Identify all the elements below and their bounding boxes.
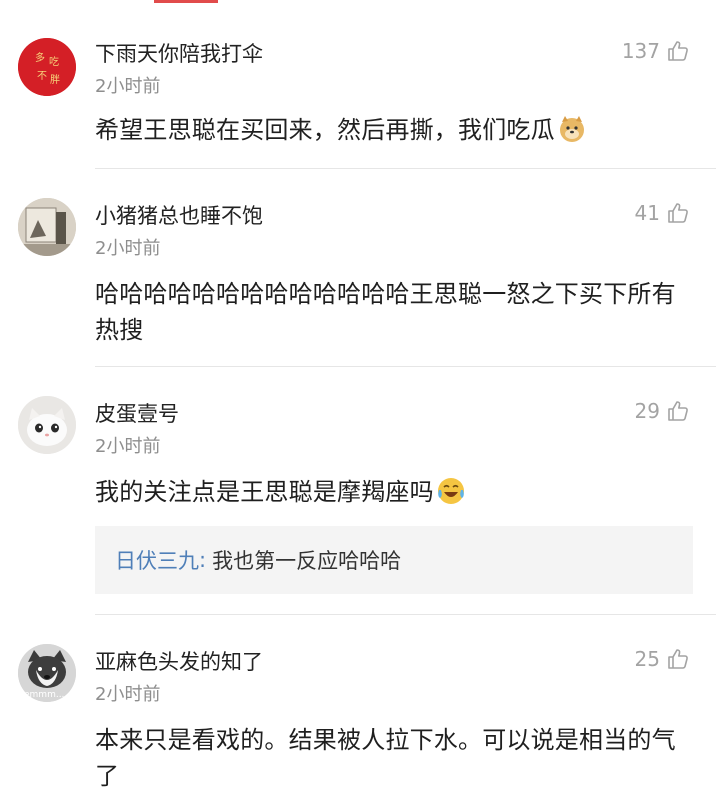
like-button[interactable]: 29 — [635, 399, 690, 423]
timestamp: 2小时前 — [95, 238, 161, 259]
avatar[interactable]: emmm... — [18, 644, 76, 702]
comment-item: 小猪猪总也睡不饱 2小时前 41 哈哈哈哈哈哈哈哈哈哈哈哈哈王思聪一怒之下买下所… — [0, 168, 716, 368]
comment-text: 本来只是看戏的。结果被人拉下水。可以说是相当的气了 — [95, 726, 676, 790]
like-count: 25 — [634, 647, 660, 671]
avatar-caption: emmm... — [24, 690, 64, 700]
comment-item: 皮蛋壹号 2小时前 29 我的关注点是王思聪是摩羯座吗 日伏三九: 我也第一反应哈… — [0, 366, 716, 616]
thumbs-up-icon — [668, 401, 688, 421]
like-button[interactable]: 41 — [635, 201, 690, 225]
username[interactable]: 皮蛋壹号 — [95, 398, 179, 428]
reply-username[interactable]: 日伏三九 — [115, 545, 199, 575]
username[interactable]: 下雨天你陪我打伞 — [95, 38, 263, 68]
svg-text:不: 不 — [37, 71, 47, 82]
avatar[interactable] — [18, 396, 76, 454]
comment-list: 多 吃 不 胖 下雨天你陪我打伞 2小时前 137 希望王思聪在买回来，然后再撕… — [0, 0, 716, 804]
timestamp: 2小时前 — [95, 684, 161, 705]
timestamp: 2小时前 — [95, 436, 161, 457]
laugh-cry-emoji-icon — [437, 478, 464, 504]
comment-item: emmm... 亚麻色头发的知了 2小时前 25 本来只是看戏的。结果被人拉下水… — [0, 614, 716, 804]
avatar-dog-icon: emmm... — [18, 644, 76, 702]
like-count: 137 — [621, 39, 660, 63]
svg-text:胖: 胖 — [50, 74, 60, 86]
avatar-photo-icon — [18, 198, 76, 256]
comment-text: 我的关注点是王思聪是摩羯座吗 — [95, 474, 685, 510]
avatar[interactable]: 多 吃 不 胖 — [18, 38, 76, 96]
comment-text: 哈哈哈哈哈哈哈哈哈哈哈哈哈王思聪一怒之下买下所有热搜 — [95, 280, 676, 344]
avatar[interactable] — [18, 198, 76, 256]
avatar-seal-icon: 多 吃 不 胖 — [18, 38, 76, 96]
reply-separator: : — [199, 548, 207, 572]
reply-text: 我也第一反应哈哈哈 — [212, 549, 402, 573]
like-count: 41 — [634, 201, 660, 225]
thumbs-up-icon — [668, 41, 688, 61]
svg-text:吃: 吃 — [49, 55, 59, 68]
avatar-cat-icon — [18, 396, 76, 454]
svg-text:多: 多 — [35, 51, 45, 64]
username[interactable]: 亚麻色头发的知了 — [95, 646, 263, 676]
like-count: 29 — [634, 399, 660, 423]
reply-preview[interactable]: 日伏三九: 我也第一反应哈哈哈 — [95, 526, 693, 594]
timestamp: 2小时前 — [95, 76, 161, 97]
like-button[interactable]: 137 — [622, 39, 690, 63]
doge-emoji-icon — [559, 116, 584, 142]
thumbs-up-icon — [668, 203, 688, 223]
like-button[interactable]: 25 — [635, 647, 690, 671]
comment-item: 多 吃 不 胖 下雨天你陪我打伞 2小时前 137 希望王思聪在买回来，然后再撕… — [0, 0, 716, 170]
thumbs-up-icon — [668, 649, 688, 669]
comment-text: 希望王思聪在买回来，然后再撕，我们吃瓜 — [95, 112, 685, 148]
username[interactable]: 小猪猪总也睡不饱 — [95, 200, 263, 230]
